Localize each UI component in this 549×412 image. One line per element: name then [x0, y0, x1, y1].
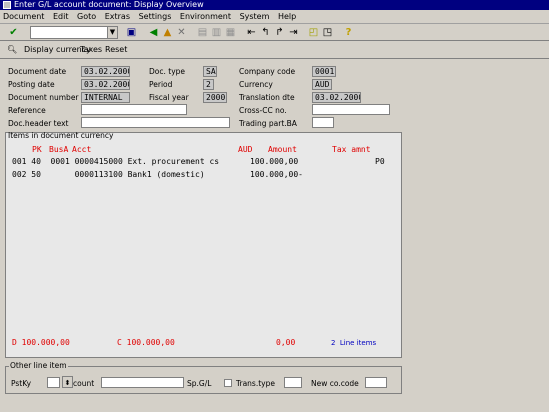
account-label: count	[73, 379, 95, 388]
menu-system[interactable]: System	[237, 10, 273, 24]
credit-total: C 100.000,00	[117, 338, 175, 347]
table-row[interactable]: 001 40 0001 0000415000 Ext. procurement …	[12, 157, 219, 167]
account-field[interactable]	[101, 377, 184, 388]
other-line-item-group: Other line item PstKy ⬍ count Sp.G/L Tra…	[5, 361, 402, 394]
doc-type-field[interactable]: SA	[203, 66, 217, 77]
col-amount: Amount	[268, 145, 297, 154]
title-bar: Enter G/L account document: Display Over…	[0, 0, 549, 10]
other-line-item-title: Other line item	[9, 361, 68, 370]
system-toolbar: ✔ ▼ ▣ ◀ ▲ ✕ ▤ ▥ ▦ ⇤ ↰ ↱ ⇥ ◰ ◳ ?	[0, 24, 549, 41]
reset-button[interactable]: Reset	[105, 41, 127, 59]
posting-date-label: Posting date	[8, 80, 55, 89]
document-date-field[interactable]: 03.02.2000	[81, 66, 130, 77]
company-code-field[interactable]: 0001	[312, 66, 336, 77]
command-dropdown-icon[interactable]: ▼	[107, 27, 117, 38]
exit-icon[interactable]: ▲	[161, 26, 174, 39]
translation-date-field[interactable]: 03.02.2000	[312, 92, 361, 103]
col-aud: AUD	[238, 145, 253, 154]
menu-document[interactable]: Document	[0, 10, 47, 24]
doc-type-label: Doc. type	[149, 67, 186, 76]
next-page-icon[interactable]: ↱	[273, 26, 286, 39]
taxes-button[interactable]: Taxes	[80, 41, 102, 59]
pstky-field[interactable]	[47, 377, 60, 388]
reference-label: Reference	[8, 106, 46, 115]
back-icon[interactable]: ◀	[147, 26, 160, 39]
fiscal-year-field[interactable]: 2000	[203, 92, 227, 103]
previous-page-icon[interactable]: ↰	[259, 26, 272, 39]
currency-field[interactable]: AUD	[312, 79, 332, 90]
trans-type-checkbox[interactable]	[224, 379, 232, 387]
find-icon[interactable]: ▥	[210, 26, 223, 39]
system-menu-icon[interactable]	[3, 1, 11, 9]
cancel-icon[interactable]: ✕	[175, 26, 188, 39]
spgl-label: Sp.G/L	[187, 379, 212, 388]
pstky-dropdown-icon[interactable]: ⬍	[62, 376, 73, 388]
first-page-icon[interactable]: ⇤	[245, 26, 258, 39]
enter-icon[interactable]: ✔	[7, 26, 20, 39]
balance: 0,00	[276, 338, 296, 347]
create-session-icon[interactable]: ◰	[307, 26, 320, 39]
period-label: Period	[149, 80, 173, 89]
trans-type-field[interactable]	[284, 377, 302, 388]
row-amount: 100.000,00-	[250, 170, 303, 179]
reference-field[interactable]	[81, 104, 187, 115]
table-row[interactable]: 002 50 0000113100 Bank1 (domestic)	[12, 170, 205, 180]
posting-date-field[interactable]: 03.02.2000	[81, 79, 130, 90]
translation-date-label: Translation dte	[239, 93, 295, 102]
last-page-icon[interactable]: ⇥	[287, 26, 300, 39]
row-tax: P0	[375, 157, 385, 166]
doc-header-text-label: Doc.header text	[8, 119, 69, 128]
menu-settings[interactable]: Settings	[136, 10, 175, 24]
col-pk: PK	[32, 145, 42, 154]
trans-type-label: Trans.type	[236, 379, 275, 388]
trading-part-field[interactable]	[312, 117, 334, 128]
document-number-label: Document number	[8, 93, 79, 102]
print-icon[interactable]: ▤	[196, 26, 209, 39]
row-amount: 100.000,00	[250, 157, 299, 166]
items-title: Items in document currency	[8, 131, 114, 140]
save-icon[interactable]: ▣	[125, 26, 138, 39]
currency-label: Currency	[239, 80, 273, 89]
cross-cc-field[interactable]	[312, 104, 390, 115]
document-number-field[interactable]: INTERNAL	[81, 92, 130, 103]
menu-help[interactable]: Help	[275, 10, 299, 24]
command-field[interactable]: ▼	[30, 26, 118, 39]
window-title: Enter G/L account document: Display Over…	[14, 0, 204, 9]
shortcut-icon[interactable]: ◳	[321, 26, 334, 39]
menu-environment[interactable]: Environment	[177, 10, 234, 24]
doc-header-text-field[interactable]	[81, 117, 230, 128]
line-items-count: 2 Line items	[331, 339, 377, 347]
application-toolbar: 🔍︎ Display currency Taxes Reset	[0, 41, 549, 59]
debit-total: D 100.000,00	[12, 338, 70, 347]
col-tax-amnt: Tax amnt	[332, 145, 371, 154]
menu-goto[interactable]: Goto	[74, 10, 99, 24]
trading-part-label: Trading part.BA	[239, 119, 297, 128]
new-co-code-field[interactable]	[365, 377, 387, 388]
menu-edit[interactable]: Edit	[50, 10, 72, 24]
items-table: Items in document currency PK BusA Acct …	[5, 131, 402, 358]
company-code-label: Company code	[239, 67, 296, 76]
new-co-code-label: New co.code	[311, 379, 359, 388]
fiscal-year-label: Fiscal year	[149, 93, 189, 102]
col-acct: Acct	[72, 145, 92, 154]
period-field[interactable]: 2	[203, 79, 214, 90]
menu-extras[interactable]: Extras	[102, 10, 133, 24]
pstky-label: PstKy	[11, 379, 32, 388]
help-icon[interactable]: ?	[342, 26, 355, 39]
find-next-icon[interactable]: ▦	[224, 26, 237, 39]
col-busa: BusA	[49, 145, 69, 154]
menu-bar: Document Edit Goto Extras Settings Envir…	[0, 10, 549, 24]
cross-cc-label: Cross-CC no.	[239, 106, 287, 115]
document-date-label: Document date	[8, 67, 67, 76]
magnifier-icon[interactable]: 🔍︎	[7, 41, 17, 59]
